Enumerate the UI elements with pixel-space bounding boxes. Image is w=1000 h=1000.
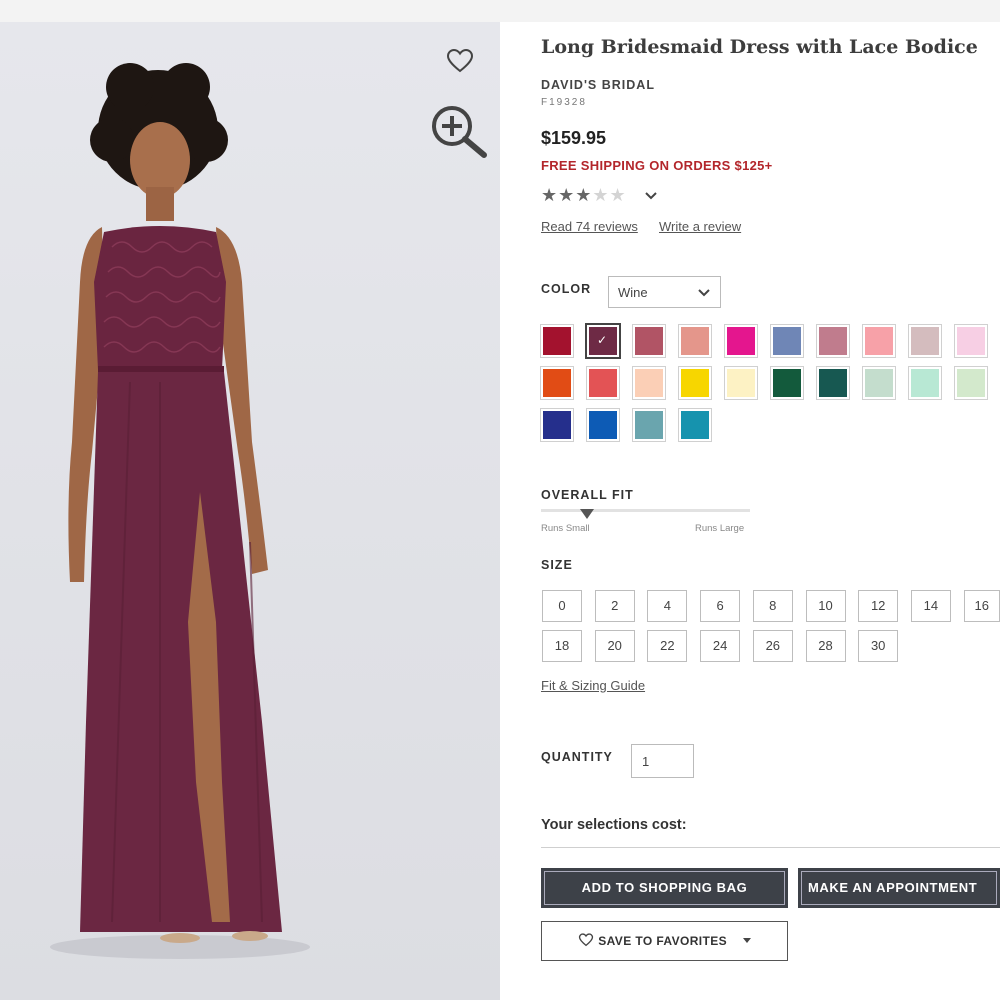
- make-appointment-button[interactable]: MAKE AN APPOINTMENT: [798, 868, 1000, 908]
- size-option-button[interactable]: 22: [647, 630, 688, 662]
- quantity-label: QUANTITY: [541, 750, 613, 764]
- save-to-favorites-button[interactable]: SAVE TO FAVORITES: [541, 921, 788, 961]
- brand-name: DAVID'S BRIDAL: [541, 78, 655, 92]
- color-swatch[interactable]: [908, 366, 942, 400]
- color-swatch[interactable]: [540, 366, 574, 400]
- add-to-shopping-bag-button[interactable]: ADD TO SHOPPING BAG: [541, 868, 788, 908]
- size-option-button[interactable]: 16: [963, 590, 1000, 622]
- color-swatch[interactable]: [678, 324, 712, 358]
- color-swatch[interactable]: [862, 366, 896, 400]
- color-swatch[interactable]: [678, 366, 712, 400]
- color-swatch[interactable]: [816, 324, 850, 358]
- product-sku: F19328: [541, 97, 587, 108]
- color-select[interactable]: Wine: [608, 276, 721, 308]
- size-option-button[interactable]: 8: [752, 590, 793, 622]
- color-label: COLOR: [541, 282, 592, 296]
- product-price: $159.95: [541, 128, 607, 148]
- caret-down-icon: [742, 938, 751, 943]
- size-option-button[interactable]: 2: [594, 590, 635, 622]
- write-review-link[interactable]: Write a review: [659, 219, 741, 234]
- read-reviews-link[interactable]: Read 74 reviews: [541, 219, 638, 234]
- quantity-value: 1: [642, 754, 650, 769]
- size-option-button[interactable]: 18: [542, 630, 582, 662]
- size-label: SIZE: [541, 558, 573, 572]
- color-swatch[interactable]: [770, 324, 804, 358]
- heart-icon: [579, 933, 594, 947]
- size-option-button[interactable]: 26: [752, 630, 793, 662]
- fit-runs-small-caption: Runs Small: [541, 523, 590, 534]
- color-swatch[interactable]: [632, 366, 666, 400]
- size-option-button[interactable]: 6: [700, 590, 741, 622]
- size-option-button[interactable]: 20: [594, 630, 635, 662]
- chevron-down-icon[interactable]: [644, 191, 658, 201]
- size-option-button[interactable]: 30: [858, 630, 899, 662]
- color-selected-value: Wine: [618, 285, 648, 300]
- color-swatch[interactable]: [954, 324, 988, 358]
- size-option-button[interactable]: 24: [700, 630, 741, 662]
- heart-icon[interactable]: [446, 48, 474, 74]
- fit-scale-track: [541, 509, 750, 512]
- size-option-button[interactable]: 28: [805, 630, 846, 662]
- color-swatch[interactable]: [540, 324, 574, 358]
- color-swatch[interactable]: [816, 366, 850, 400]
- fit-runs-large-caption: Runs Large: [695, 523, 745, 534]
- size-option-button[interactable]: 4: [647, 590, 688, 622]
- color-swatch[interactable]: [770, 366, 804, 400]
- size-option-button[interactable]: 14: [910, 590, 951, 622]
- zoom-in-icon[interactable]: [430, 104, 488, 158]
- free-shipping-note: FREE SHIPPING ON ORDERS $125+: [541, 158, 773, 173]
- size-option-button[interactable]: 0: [542, 590, 582, 622]
- color-swatch[interactable]: [632, 324, 666, 358]
- product-page: Long Bridesmaid Dress with Lace Bodice D…: [0, 22, 1000, 1000]
- quantity-input[interactable]: 1: [631, 744, 694, 778]
- color-swatch[interactable]: ✓: [585, 323, 621, 359]
- color-swatch[interactable]: [908, 324, 942, 358]
- product-photo[interactable]: [0, 22, 500, 1000]
- divider: [541, 847, 1000, 848]
- color-swatch[interactable]: [862, 324, 896, 358]
- color-swatch[interactable]: [586, 366, 620, 400]
- color-swatch[interactable]: [954, 366, 988, 400]
- triangle-marker-icon: [579, 509, 594, 519]
- color-swatch[interactable]: [724, 324, 758, 358]
- fit-sizing-guide-link[interactable]: Fit & Sizing Guide: [541, 678, 645, 693]
- color-swatch[interactable]: [724, 366, 758, 400]
- star-rating[interactable]: ★★★★★: [541, 185, 627, 206]
- size-option-button[interactable]: 12: [858, 590, 899, 622]
- size-option-button[interactable]: 10: [805, 590, 846, 622]
- star-rating-filled: ★★★: [541, 185, 593, 205]
- product-title: Long Bridesmaid Dress with Lace Bodice: [541, 36, 978, 58]
- chevron-down-icon: [698, 289, 710, 297]
- check-icon: ✓: [597, 333, 608, 347]
- color-swatch[interactable]: [678, 408, 712, 442]
- save-to-favorites-label: SAVE TO FAVORITES: [598, 934, 728, 948]
- product-info-panel: Long Bridesmaid Dress with Lace Bodice D…: [500, 22, 1000, 1000]
- color-swatch[interactable]: [586, 408, 620, 442]
- model-wearing-dress-image: [50, 63, 310, 959]
- overall-fit-label: OVERALL FIT: [541, 488, 634, 502]
- selections-cost-label: Your selections cost:: [541, 817, 687, 833]
- color-swatch-grid: ✓: [540, 323, 1000, 445]
- color-swatch[interactable]: [632, 408, 666, 442]
- star-rating-empty: ★★: [592, 185, 627, 205]
- color-swatch[interactable]: [540, 408, 574, 442]
